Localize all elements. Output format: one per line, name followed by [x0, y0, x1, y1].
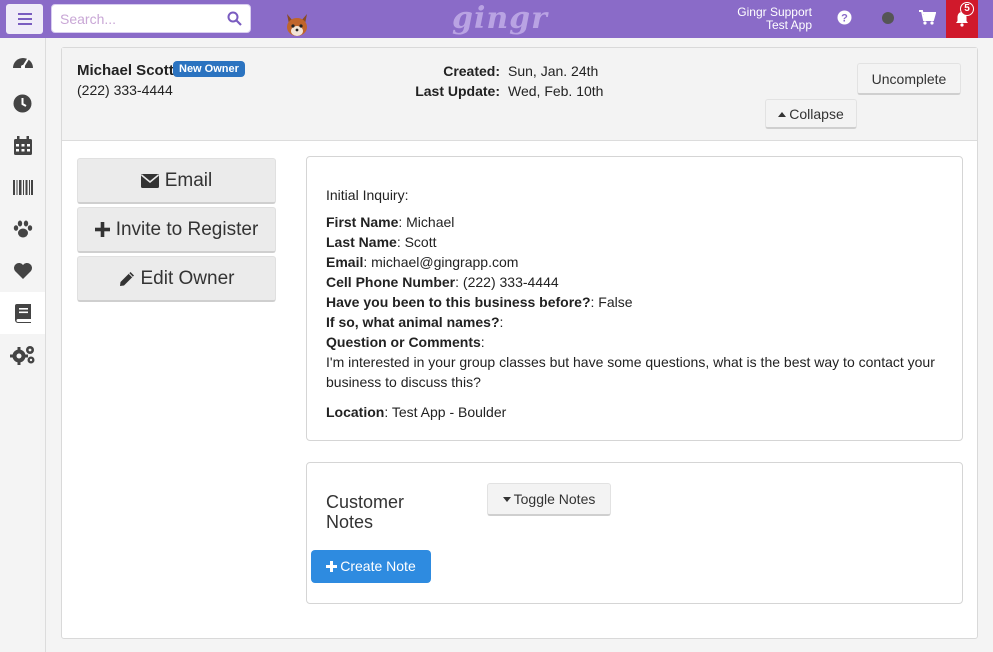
inquiry-field: If so, what animal names?: [326, 312, 943, 332]
field-value: : (222) 333-4444 [455, 274, 559, 290]
sidebar-item-leads[interactable] [0, 292, 45, 334]
inquiry-heading: Initial Inquiry: [326, 187, 409, 203]
field-label: Question or Comments [326, 334, 481, 350]
email-button[interactable]: Email [77, 158, 276, 204]
heart-icon [13, 263, 32, 279]
svg-text:?: ? [841, 13, 848, 25]
location-value: : Test App - Boulder [384, 404, 507, 420]
uncomplete-button[interactable]: Uncomplete [857, 63, 961, 95]
edit-owner-label: Edit Owner [140, 267, 235, 289]
sidebar-item-barcode[interactable] [0, 166, 45, 208]
inquiry-field: Have you been to this business before?: … [326, 292, 943, 312]
initial-inquiry-panel: Initial Inquiry: First Name: Michael Las… [306, 156, 963, 441]
field-label: First Name [326, 214, 399, 230]
sidebar [0, 38, 46, 652]
field-value: : [499, 314, 504, 330]
inquiry-field: Email: michael@gingrapp.com [326, 252, 943, 272]
pencil-icon [119, 271, 134, 286]
cart-icon[interactable] [919, 10, 936, 25]
inquiry-comment: I'm interested in your group classes but… [326, 354, 935, 390]
lead-dates: Created: Sun, Jan. 24th Last Update: Wed, … [392, 61, 603, 101]
sidebar-item-settings[interactable] [0, 334, 45, 376]
inquiry-field: Question or Comments: [326, 332, 943, 352]
field-label: Cell Phone Number [326, 274, 456, 290]
gingr-logo[interactable]: gingr [452, 1, 548, 36]
email-label: Email [164, 169, 213, 191]
edit-owner-button[interactable]: Edit Owner [77, 256, 276, 302]
toggle-notes-label: Toggle Notes [513, 491, 596, 507]
inquiry-field: First Name: Michael [326, 212, 943, 232]
search-input[interactable] [52, 5, 217, 32]
barcode-icon [12, 179, 33, 195]
sidebar-item-clock[interactable] [0, 82, 45, 124]
toggle-notes-button[interactable]: Toggle Notes [487, 483, 611, 516]
hamburger-icon [17, 13, 32, 25]
invite-to-register-button[interactable]: Invite to Register [77, 207, 276, 253]
inquiry-field: Cell Phone Number: (222) 333-4444 [326, 272, 943, 292]
location-label: Location [326, 404, 385, 420]
sidebar-item-calendar[interactable] [0, 124, 45, 166]
status-dot-icon[interactable] [881, 11, 895, 25]
field-value: : False [590, 294, 633, 310]
inquiry-field: Location: Test App - Boulder [326, 402, 943, 422]
field-value: : [480, 334, 485, 350]
notifications-button[interactable]: 5 [946, 0, 978, 38]
collapse-label: Collapse [789, 106, 844, 122]
book-icon [14, 303, 31, 323]
invite-label: Invite to Register [115, 218, 259, 240]
field-value: : Scott [396, 234, 437, 250]
customer-notes-title: Customer Notes [326, 492, 405, 532]
user-info[interactable]: Gingr Support Test App [720, 6, 812, 32]
updated-label: Last Update: [415, 83, 500, 99]
created-label: Created: [443, 63, 500, 79]
create-note-button[interactable]: Create Note [311, 550, 431, 583]
notification-count-badge: 5 [960, 2, 974, 16]
help-icon[interactable]: ? [837, 10, 852, 25]
customer-notes-panel: Customer Notes Toggle Notes Create Note [306, 462, 963, 604]
clock-icon [13, 94, 32, 112]
owner-phone: (222) 333-4444 [77, 82, 173, 98]
sidebar-item-pets[interactable] [0, 208, 45, 250]
caret-down-icon [502, 496, 511, 502]
fox-mascot-icon [287, 14, 307, 36]
created-value: Sun, Jan. 24th [508, 63, 599, 79]
search-box [51, 4, 251, 33]
plus-icon [94, 222, 110, 237]
field-label: If so, what animal names? [326, 314, 500, 330]
gears-icon [9, 346, 34, 365]
owner-name[interactable]: Michael Scott [77, 62, 174, 79]
sidebar-item-dashboard[interactable] [0, 40, 45, 82]
updated-value: Wed, Feb. 10th [508, 83, 604, 99]
menu-toggle-button[interactable] [6, 4, 43, 34]
user-location: Test App [765, 18, 812, 32]
calendar-icon [13, 135, 32, 155]
dashboard-icon [12, 58, 33, 69]
owner-header: Michael Scott New Owner (222) 333-4444 C… [62, 48, 977, 141]
top-navbar: gingr Gingr Support Test App ? 5 [0, 0, 993, 38]
status-badge: New Owner [173, 61, 245, 77]
create-note-label: Create Note [340, 558, 416, 574]
field-label: Last Name [326, 234, 397, 250]
field-value: : michael@gingrapp.com [363, 254, 519, 270]
plus-icon [326, 561, 338, 572]
lead-detail-card: Michael Scott New Owner (222) 333-4444 C… [61, 47, 978, 639]
inquiry-field: Last Name: Scott [326, 232, 943, 252]
field-value: : Michael [398, 214, 455, 230]
envelope-icon [140, 173, 159, 188]
search-icon[interactable] [227, 11, 242, 26]
paw-icon [13, 220, 32, 238]
caret-up-icon [778, 111, 787, 117]
field-label: Have you been to this business before? [326, 294, 591, 310]
sidebar-item-favorites[interactable] [0, 250, 45, 292]
field-label: Email [326, 254, 364, 270]
collapse-button[interactable]: Collapse [765, 99, 857, 129]
